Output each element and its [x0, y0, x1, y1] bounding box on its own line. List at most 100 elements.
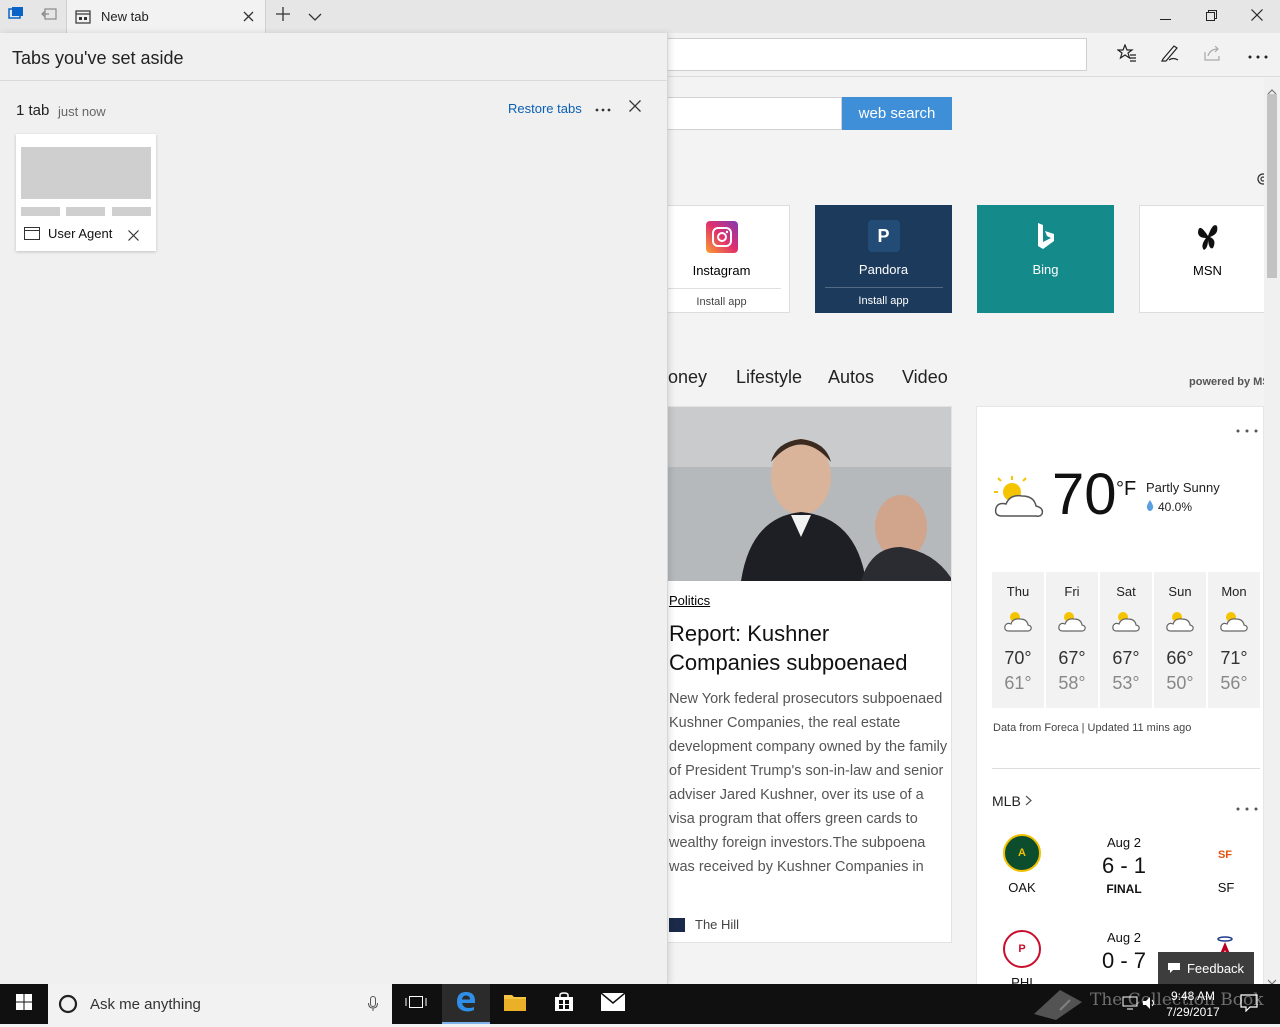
scrollbar[interactable]	[1264, 78, 1280, 985]
tabs-aside-button[interactable]	[0, 0, 32, 33]
minimize-button[interactable]	[1142, 0, 1188, 33]
title-bar: New tab	[0, 0, 1280, 33]
plus-icon	[276, 7, 290, 26]
current-temperature: 70	[1052, 462, 1117, 527]
news-category[interactable]: Politics	[669, 593, 710, 608]
weather-more-icon[interactable]	[1236, 420, 1258, 438]
volume-icon[interactable]	[1142, 996, 1158, 1015]
web-search-button[interactable]: web search	[842, 97, 952, 130]
microphone-icon[interactable]	[368, 996, 378, 1012]
restore-tabs-link[interactable]: Restore tabs	[508, 101, 582, 116]
tile-instagram[interactable]: Instagram Install app	[653, 205, 790, 313]
news-headline[interactable]: Report: Kushner Companies subpoenaed	[669, 619, 939, 677]
chevron-right-icon	[1025, 793, 1032, 809]
network-icon[interactable]	[1122, 996, 1138, 1015]
ellipsis-icon	[1248, 46, 1268, 64]
forecast-day[interactable]: Thu 70° 61°	[992, 572, 1044, 708]
news-source: The Hill	[669, 917, 739, 932]
forecast-low: 56°	[1220, 673, 1248, 693]
forecast-day-name: Fri	[1064, 584, 1080, 599]
home-team: SF	[1217, 880, 1235, 895]
tab-label: New tab	[101, 9, 149, 24]
game-date: Aug 2	[1107, 930, 1141, 945]
forecast-day[interactable]: Fri 67° 58°	[1046, 572, 1098, 708]
thumbnail-preview	[66, 207, 105, 216]
athletics-logo-icon: A	[1003, 834, 1041, 872]
web-note-button[interactable]	[1155, 40, 1185, 70]
favorites-button[interactable]	[1112, 40, 1142, 70]
nav-money[interactable]: oney	[668, 367, 707, 388]
tabs-set-aside-panel: Tabs you've set aside 1 tab just now Res…	[0, 33, 668, 984]
game-score[interactable]: 0 - 7	[1094, 948, 1154, 974]
group-close-button[interactable]	[622, 95, 648, 121]
tile-pandora[interactable]: P Pandora Install app	[815, 205, 952, 313]
forecast-day-name: Mon	[1221, 584, 1247, 599]
gear-icon[interactable]	[1254, 170, 1264, 193]
mail-icon	[600, 991, 626, 1016]
forecast-high: 66°	[1166, 648, 1194, 668]
tile-bing[interactable]: Bing	[977, 205, 1114, 313]
close-icon	[1251, 8, 1263, 26]
forecast-day[interactable]: Sat 67° 53°	[1100, 572, 1152, 708]
feedback-button[interactable]: Feedback	[1158, 952, 1254, 984]
precipitation: 40.0%	[1146, 500, 1192, 514]
game-score[interactable]: 6 - 1	[1094, 853, 1154, 879]
source-logo-icon	[669, 917, 685, 932]
tab-group-time: just now	[58, 104, 106, 119]
edge-icon	[455, 990, 477, 1017]
mlb-more-icon[interactable]	[1236, 798, 1258, 816]
temperature-unit[interactable]: °F	[1116, 478, 1136, 501]
edge-taskbar-button[interactable]	[442, 984, 490, 1024]
forecast-day[interactable]: Mon 71° 56°	[1208, 572, 1260, 708]
nav-lifestyle[interactable]: Lifestyle	[736, 367, 802, 388]
group-more-button[interactable]	[590, 95, 616, 121]
partly-sunny-icon	[1111, 607, 1141, 638]
thumbnail-preview	[112, 207, 151, 216]
new-tab-button[interactable]	[268, 0, 298, 33]
mlb-header[interactable]: MLB	[992, 793, 1032, 809]
cortana-circle-icon	[58, 994, 78, 1014]
cortana-search[interactable]: Ask me anything	[48, 984, 392, 1024]
game-status: FINAL	[1106, 882, 1142, 896]
file-explorer-button[interactable]	[491, 984, 539, 1024]
mail-button[interactable]	[589, 984, 637, 1024]
close-icon[interactable]	[128, 228, 139, 246]
forecast-day-name: Sat	[1116, 584, 1136, 599]
scrollbar-thumb[interactable]	[1267, 94, 1277, 278]
close-tab-icon[interactable]	[235, 4, 261, 30]
forecast-high: 67°	[1112, 648, 1140, 668]
task-view-button[interactable]	[392, 984, 440, 1024]
partly-sunny-icon	[1219, 607, 1249, 638]
news-summary: New York federal prosecutors subpoenaed …	[669, 691, 948, 875]
nav-video[interactable]: Video	[902, 367, 948, 388]
address-input[interactable]	[600, 38, 1087, 71]
chevron-down-icon	[308, 8, 322, 26]
pen-icon	[1160, 44, 1180, 67]
tile-label: Pandora	[858, 262, 909, 277]
nav-autos[interactable]: Autos	[828, 367, 874, 388]
page-icon	[75, 9, 91, 24]
tile-install[interactable]: Install app	[824, 287, 943, 307]
share-button[interactable]	[1198, 40, 1228, 70]
thumbnail-preview	[21, 147, 151, 199]
tab-new-tab[interactable]: New tab	[66, 0, 266, 33]
powered-by-label: powered by MS	[1189, 376, 1264, 388]
system-clock[interactable]: 9:48 AM 7/29/2017	[1158, 988, 1228, 1020]
tab-preview-button[interactable]	[300, 0, 330, 33]
tabs-aside-icon	[8, 6, 24, 27]
forecast-day[interactable]: Sun 66° 50°	[1154, 572, 1206, 708]
store-button[interactable]	[540, 984, 588, 1024]
restore-button[interactable]	[1188, 0, 1234, 33]
close-window-button[interactable]	[1234, 0, 1280, 33]
forecast-high: 67°	[1058, 648, 1086, 668]
tile-install[interactable]: Install app	[662, 288, 781, 308]
start-button[interactable]	[0, 984, 48, 1024]
set-tabs-aside-button[interactable]	[32, 0, 66, 33]
ellipsis-icon	[595, 99, 611, 117]
close-icon	[629, 99, 641, 117]
pandora-icon: P	[867, 220, 900, 252]
panel-title: Tabs you've set aside	[12, 48, 184, 68]
tile-msn[interactable]: MSN	[1139, 205, 1264, 313]
action-center-icon[interactable]	[1240, 994, 1258, 1017]
more-actions-button[interactable]	[1243, 40, 1273, 70]
